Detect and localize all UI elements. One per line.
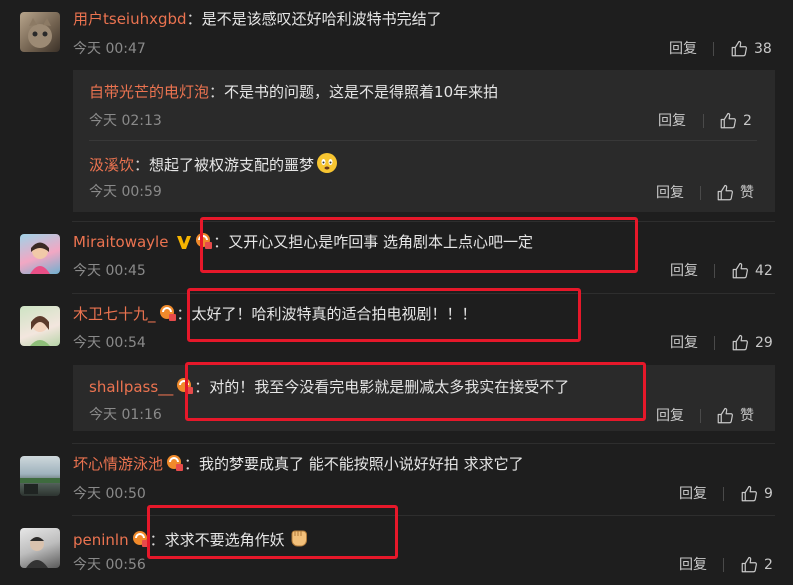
comment-time: 今天 00:54 — [73, 335, 146, 351]
avatar[interactable] — [20, 456, 60, 496]
thumbs-up-icon — [732, 334, 748, 351]
comment-text: 是不是该感叹还好哈利波特书完结了 — [201, 10, 442, 28]
like-button[interactable]: 9 — [740, 485, 773, 503]
divider — [700, 186, 701, 200]
divider — [700, 409, 701, 423]
highlight-box — [185, 362, 646, 421]
thumbs-up-icon — [741, 485, 757, 502]
comment-line: 用户tseiuhxgbd：是不是该感叹还好哈利波特书完结了 — [73, 10, 442, 28]
divider — [723, 487, 724, 501]
landscape-avatar-image — [20, 478, 60, 494]
username-link[interactable]: 用户tseiuhxgbd — [73, 10, 187, 28]
avatar[interactable] — [20, 234, 60, 274]
like-button[interactable]: 29 — [731, 334, 773, 352]
username-link[interactable]: Miraitowayle — [73, 233, 168, 251]
thumbs-up-icon — [717, 407, 733, 424]
like-count: 2 — [764, 557, 773, 573]
reply-button[interactable]: 回复 — [679, 485, 707, 503]
reply-time: 今天 00:59 — [89, 184, 162, 200]
reply-button[interactable]: 回复 — [656, 407, 684, 425]
like-label: 赞 — [740, 408, 754, 424]
comment-time: 今天 00:45 — [73, 263, 146, 279]
reply-time: 今天 02:13 — [89, 113, 162, 129]
like-button[interactable]: 42 — [731, 262, 773, 280]
avatar[interactable] — [20, 528, 60, 568]
username-link[interactable]: 坏心情游泳池 — [73, 455, 163, 473]
reply-button[interactable]: 回复 — [669, 40, 697, 58]
comment-time: 今天 00:56 — [73, 557, 146, 573]
divider — [703, 114, 704, 128]
highlight-box — [187, 288, 581, 342]
comment-time: 今天 00:47 — [73, 41, 146, 57]
person-avatar-image — [26, 537, 48, 568]
avatar[interactable] — [20, 12, 60, 52]
like-count: 2 — [743, 113, 752, 129]
like-button[interactable]: 38 — [730, 40, 772, 58]
cat-avatar-image — [28, 18, 52, 48]
fan-badge-icon — [159, 305, 176, 321]
like-count: 42 — [755, 263, 773, 279]
thumbs-up-icon — [732, 262, 748, 279]
like-button[interactable]: 赞 — [716, 184, 754, 202]
comment-time: 今天 00:50 — [73, 486, 146, 502]
username-link[interactable]: 木卫七十九_ — [73, 305, 156, 323]
like-button[interactable]: 2 — [719, 112, 752, 130]
thumbs-up-icon — [720, 112, 736, 129]
thumbs-up-icon — [741, 556, 757, 573]
avatar[interactable] — [20, 306, 60, 346]
girl-avatar-image — [30, 316, 50, 346]
verified-v-icon — [177, 236, 192, 249]
divider — [72, 443, 775, 444]
divider — [89, 140, 757, 141]
username-link[interactable]: 自带光芒的电灯泡 — [89, 83, 209, 101]
comment-line: 坏心情游泳池 ：我的梦要成真了 能不能按照小说好好拍 求求它了 — [73, 455, 524, 473]
reply-button[interactable]: 回复 — [656, 184, 684, 202]
reply-button[interactable]: 回复 — [658, 112, 686, 130]
divider — [723, 558, 724, 572]
like-button[interactable]: 赞 — [716, 407, 754, 425]
highlight-box — [200, 217, 638, 273]
reply-line: 汲溪饮：想起了被权游支配的噩梦 — [89, 152, 338, 175]
reply-line: 自带光芒的电灯泡：不是书的问题，这是不是得照着10年来拍 — [89, 83, 499, 101]
username-link[interactable]: peninln — [73, 531, 129, 549]
reply-button[interactable]: 回复 — [679, 556, 707, 574]
like-count: 29 — [755, 335, 773, 351]
thumbs-up-icon — [717, 184, 733, 201]
divider — [714, 336, 715, 350]
like-button[interactable]: 2 — [740, 556, 773, 574]
reply-button[interactable]: 回复 — [670, 334, 698, 352]
divider — [714, 264, 715, 278]
username-link[interactable]: shallpass__ — [89, 378, 173, 396]
highlight-box — [147, 505, 398, 559]
like-count: 38 — [754, 41, 772, 57]
girl-avatar-image — [30, 242, 50, 274]
divider — [713, 42, 714, 56]
comment-text: 我的梦要成真了 能不能按照小说好好拍 求求它了 — [199, 455, 524, 473]
reply-time: 今天 01:16 — [89, 407, 162, 423]
reply-button[interactable]: 回复 — [670, 262, 698, 280]
reply-text: 不是书的问题，这是不是得照着10年来拍 — [224, 83, 499, 101]
like-label: 赞 — [740, 185, 754, 201]
fan-badge-icon — [167, 455, 184, 471]
thumbs-up-icon — [731, 40, 747, 57]
fearful-face-emoji-icon — [317, 153, 338, 173]
like-count: 9 — [764, 486, 773, 502]
username-link[interactable]: 汲溪饮 — [89, 156, 134, 174]
reply-text: 想起了被权游支配的噩梦 — [149, 156, 315, 174]
